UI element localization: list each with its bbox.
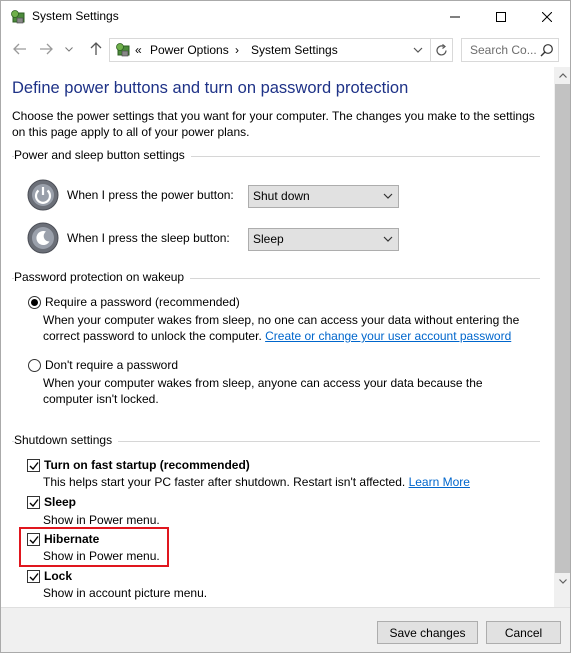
checkmark-icon [29,573,39,582]
breadcrumb-overflow[interactable]: « [135,43,142,57]
shutdown-section-header: Shutdown settings [12,433,540,449]
vertical-scrollbar[interactable] [554,67,570,607]
hibernate-highlight-box [19,527,169,567]
navigation-bar: « Power Options › System Settings Search… [1,32,570,67]
page-intro: Choose the power settings that you want … [12,109,535,139]
search-placeholder: Search Co... [470,43,537,57]
maximize-button[interactable] [478,1,524,32]
require-password-label[interactable]: Require a password (recommended) [45,295,240,309]
section-label: Shutdown settings [14,433,119,447]
minimize-icon [450,16,460,17]
section-label: Power and sleep button settings [14,148,191,162]
system-settings-window: System Settings « Power Options › System… [0,0,571,653]
fast-startup-desc: This helps start your PC faster after sh… [43,475,470,489]
checkmark-icon [29,499,39,508]
lock-label[interactable]: Lock [44,569,72,583]
scroll-down-button[interactable] [554,573,570,590]
window-title: System Settings [32,9,119,23]
power-options-icon [115,42,131,58]
fast-startup-checkbox[interactable] [27,459,40,472]
section-label: Password protection on wakeup [14,270,191,284]
main-content: Define power buttons and turn on passwor… [1,67,554,607]
fast-startup-label[interactable]: Turn on fast startup (recommended) [44,458,250,472]
change-password-link[interactable]: Create or change your user account passw… [265,329,511,343]
up-arrow-icon [90,42,102,55]
chevron-down-icon [383,193,393,199]
no-password-desc-line1: When your computer wakes from sleep, any… [43,376,483,390]
title-bar: System Settings [1,1,570,32]
close-button[interactable] [524,1,570,32]
no-password-radio[interactable] [28,359,41,372]
address-bar[interactable]: « Power Options › System Settings [109,38,453,62]
sleep-checkbox[interactable] [27,496,40,509]
sleep-button-action-value: Sleep [253,232,284,246]
save-changes-button[interactable]: Save changes [377,621,478,644]
scroll-thumb[interactable] [555,84,570,573]
require-password-desc-line2: correct password to unlock the computer.… [43,328,511,344]
breadcrumb-separator[interactable]: › [235,43,239,57]
power-button-label: When I press the power button: [67,188,234,202]
forward-button[interactable] [38,41,54,57]
cancel-button[interactable]: Cancel [486,621,561,644]
chevron-down-icon [65,46,73,52]
up-button[interactable] [88,41,104,57]
close-icon [542,11,552,22]
require-password-desc-text: correct password to unlock the computer. [43,329,266,343]
no-password-desc-line2: computer isn't locked. [43,392,159,406]
learn-more-link[interactable]: Learn More [409,475,470,489]
page-title: Define power buttons and turn on passwor… [12,79,409,97]
chevron-up-icon [558,73,567,78]
chevron-down-icon [383,236,393,242]
back-arrow-icon [13,43,26,55]
dialog-footer: Save changes Cancel [1,607,570,652]
minimize-button[interactable] [432,1,478,32]
checkmark-icon [29,462,39,471]
scroll-up-button[interactable] [554,67,570,84]
forward-arrow-icon [40,43,53,55]
chevron-down-icon [558,579,567,584]
sleep-label[interactable]: Sleep [44,495,76,509]
sleep-desc: Show in Power menu. [43,513,160,527]
address-dropdown-button[interactable] [410,43,426,57]
power-button-icon [27,179,59,211]
sleep-button-icon [27,222,59,254]
password-section-header: Password protection on wakeup [12,270,540,286]
lock-checkbox[interactable] [27,570,40,583]
require-password-radio[interactable] [28,296,41,309]
breadcrumb-power-options[interactable]: Power Options [150,43,229,57]
breadcrumb-system-settings[interactable]: System Settings [251,43,338,57]
sleep-button-label: When I press the sleep button: [67,231,230,245]
power-button-action-value: Shut down [253,189,310,203]
refresh-icon [436,43,447,56]
maximize-icon [496,11,506,22]
back-button[interactable] [12,41,28,57]
sleep-button-action-select[interactable]: Sleep [248,228,399,251]
no-password-label[interactable]: Don't require a password [45,358,178,372]
search-icon[interactable] [540,43,554,57]
lock-desc: Show in account picture menu. [43,586,208,600]
power-button-action-select[interactable]: Shut down [248,185,399,208]
power-options-icon [10,9,26,25]
fast-startup-desc-text: This helps start your PC faster after sh… [43,475,409,489]
search-box[interactable]: Search Co... [461,38,559,62]
require-password-desc-line1: When your computer wakes from sleep, no … [43,313,520,327]
power-buttons-section-header: Power and sleep button settings [12,148,540,164]
refresh-button[interactable] [430,39,452,61]
chevron-down-icon [413,47,423,53]
recent-locations-button[interactable] [64,41,74,57]
